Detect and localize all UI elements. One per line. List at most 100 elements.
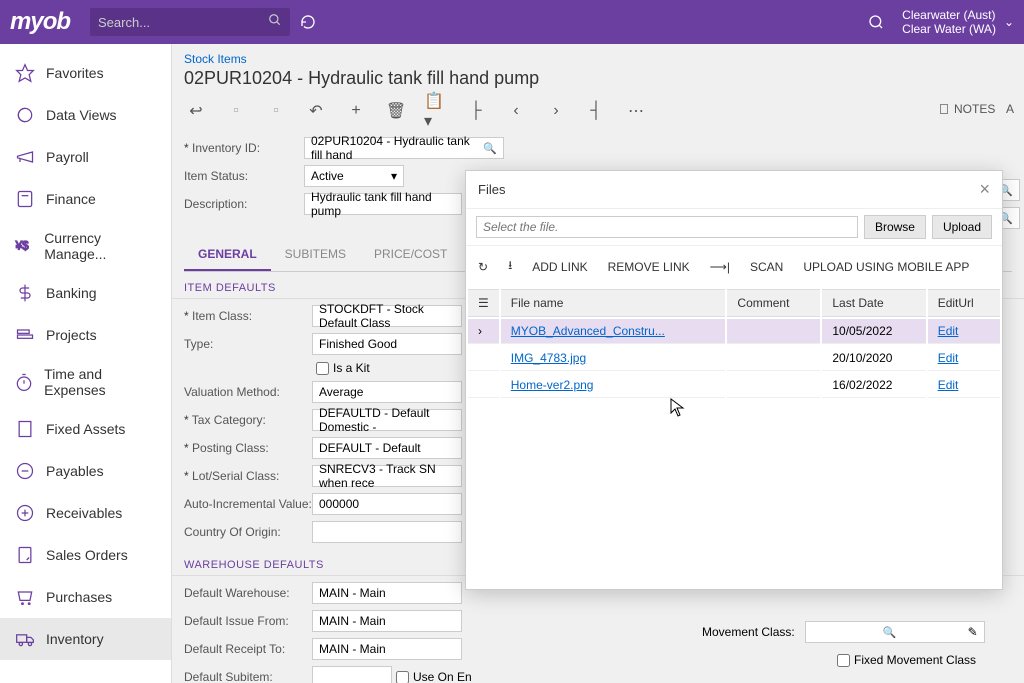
page-title: 02PUR10204 - Hydraulic tank fill hand pu… (172, 68, 1024, 95)
sidebar-item-receivables[interactable]: Receivables (0, 492, 171, 534)
browse-button[interactable]: Browse (864, 215, 926, 239)
def-wh-input[interactable]: MAIN - Main (312, 582, 462, 604)
sidebar-item-data-views[interactable]: Data Views (0, 94, 171, 136)
chevron-down-icon[interactable]: ⌄ (1004, 15, 1014, 29)
table-row[interactable]: Home-ver2.png16/02/2022Edit (468, 373, 1000, 398)
refresh-icon[interactable] (290, 4, 326, 40)
sidebar-item-sales-orders[interactable]: Sales Orders (0, 534, 171, 576)
prev-icon[interactable]: ‹ (504, 99, 528, 123)
sidebar-item-purchases[interactable]: Purchases (0, 576, 171, 618)
description-label: Description: (184, 197, 304, 211)
sidebar-item-payables[interactable]: Payables (0, 450, 171, 492)
search-box[interactable] (90, 8, 290, 36)
layers-icon (14, 324, 36, 346)
file-select-input[interactable] (476, 216, 858, 238)
add-icon[interactable]: + (344, 99, 368, 123)
def-receipt-input[interactable]: MAIN - Main (312, 638, 462, 660)
files-table: ☰ File name Comment Last Date EditUrl ›M… (466, 287, 1002, 400)
fit-icon[interactable]: ⟶| (710, 260, 730, 274)
sidebar-item-inventory[interactable]: Inventory (0, 618, 171, 660)
remove-link-button[interactable]: REMOVE LINK (608, 260, 690, 274)
movement-input[interactable]: 🔍 ✎ (805, 621, 985, 643)
table-row[interactable]: ›MYOB_Advanced_Constru...10/05/2022Edit (468, 319, 1000, 344)
tab-general[interactable]: GENERAL (184, 239, 271, 271)
lookup-icon[interactable]: 🔍 (483, 142, 497, 155)
currency-icon: ¥$ (14, 235, 34, 257)
valuation-input[interactable]: Average (312, 381, 462, 403)
last-icon[interactable]: ┤ (584, 99, 608, 123)
item-status-label: Item Status: (184, 169, 304, 183)
upload-button[interactable]: Upload (932, 215, 992, 239)
close-icon[interactable]: × (979, 179, 990, 200)
save-icon[interactable]: ▫ (224, 99, 248, 123)
mobile-upload-button[interactable]: UPLOAD USING MOBILE APP (803, 260, 969, 274)
next-icon[interactable]: › (544, 99, 568, 123)
tab-price[interactable]: PRICE/COST (360, 239, 461, 271)
search-icon[interactable] (268, 13, 282, 32)
back-icon[interactable]: ↩ (184, 99, 208, 123)
sidebar-item-finance[interactable]: Finance (0, 178, 171, 220)
def-sub-input[interactable] (312, 666, 392, 683)
add-link-button[interactable]: ADD LINK (532, 260, 587, 274)
more-icon[interactable]: ⋯ (624, 99, 648, 123)
files-dialog: Files × Browse Upload ↻ ⭳ ADD LINK REMOV… (465, 170, 1003, 590)
sidebar-item-time[interactable]: Time and Expenses (0, 356, 171, 408)
download-icon[interactable]: ⭳ (508, 256, 512, 277)
movement-label: Movement Class: (702, 625, 795, 639)
megaphone-icon (14, 146, 36, 168)
dialog-title: Files (478, 182, 505, 197)
sidebar-item-favorites[interactable]: Favorites (0, 52, 171, 94)
svg-text:¥$: ¥$ (15, 239, 29, 252)
search-input[interactable] (98, 15, 268, 30)
delete-icon[interactable]: 🗑 (384, 99, 408, 123)
document-icon (14, 544, 36, 566)
table-row[interactable]: IMG_4783.jpg20/10/2020Edit (468, 346, 1000, 371)
save-close-icon[interactable]: ▫ (264, 99, 288, 123)
inventory-id-input[interactable]: 02PUR10204 - Hydraulic tank fill hand🔍 (304, 137, 504, 159)
logo: myob (10, 8, 70, 36)
origin-input[interactable] (312, 521, 462, 543)
fixed-movement-checkbox[interactable]: Fixed Movement Class (837, 653, 976, 667)
toolbar: ↩ ▫ ▫ ↶ + 🗑 📋▾ ├ ‹ › ┤ ⋯ (172, 95, 1024, 127)
sidebar-item-projects[interactable]: Projects (0, 314, 171, 356)
sidebar-item-currency[interactable]: ¥$Currency Manage... (0, 220, 171, 272)
use-on-en-checkbox[interactable]: Use On En (396, 670, 472, 683)
sidebar-item-banking[interactable]: Banking (0, 272, 171, 314)
lot-input[interactable]: SNRECV3 - Track SN when rece (312, 465, 462, 487)
type-input[interactable]: Finished Good (312, 333, 462, 355)
is-kit-checkbox[interactable]: Is a Kit (316, 361, 370, 375)
calculator-icon (14, 188, 36, 210)
col-comment[interactable]: Comment (727, 289, 820, 317)
help-icon[interactable] (858, 4, 894, 40)
col-date[interactable]: Last Date (822, 289, 925, 317)
def-issue-input[interactable]: MAIN - Main (312, 610, 462, 632)
scan-button[interactable]: SCAN (750, 260, 783, 274)
edit-icon: ✎ (968, 625, 978, 639)
breadcrumb[interactable]: Stock Items (172, 44, 1024, 68)
col-filename[interactable]: File name (501, 289, 726, 317)
tab-subitems[interactable]: SUBITEMS (271, 239, 360, 271)
sidebar-item-payroll[interactable]: Payroll (0, 136, 171, 178)
sidebar: Favorites Data Views Payroll Finance ¥$C… (0, 44, 172, 683)
plus-circle-icon (14, 502, 36, 524)
tax-cat-input[interactable]: DEFAULTD - Default Domestic - (312, 409, 462, 431)
cart-icon (14, 586, 36, 608)
auto-input[interactable]: 000000 (312, 493, 462, 515)
col-edit[interactable]: EditUrl (928, 289, 1000, 317)
eye-icon (14, 104, 36, 126)
inventory-id-label: Inventory ID: (184, 141, 304, 155)
first-icon[interactable]: ├ (464, 99, 488, 123)
lookup-icon: 🔍 (883, 626, 897, 639)
company-selector[interactable]: Clearwater (Aust) Clear Water (WA) (902, 8, 996, 36)
notes-link[interactable]: NOTES A (938, 102, 1014, 116)
refresh-icon[interactable]: ↻ (478, 260, 488, 274)
dollar-icon (14, 282, 36, 304)
undo-icon[interactable]: ↶ (304, 99, 328, 123)
sidebar-item-fixed-assets[interactable]: Fixed Assets (0, 408, 171, 450)
top-header: myob Clearwater (Aust) Clear Water (WA) … (0, 0, 1024, 44)
item-status-select[interactable]: Active▾ (304, 165, 404, 187)
copy-icon[interactable]: 📋▾ (424, 99, 448, 123)
item-class-input[interactable]: STOCKDFT - Stock Default Class (312, 305, 462, 327)
posting-input[interactable]: DEFAULT - Default (312, 437, 462, 459)
description-input[interactable]: Hydraulic tank fill hand pump (304, 193, 462, 215)
